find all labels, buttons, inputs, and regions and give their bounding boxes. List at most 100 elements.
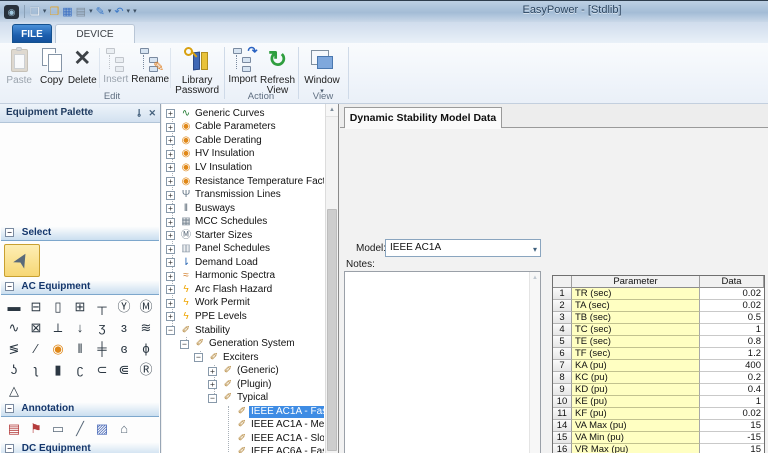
tree-item-ppe-levels[interactable]: +ϟPPE Levels xyxy=(162,310,324,324)
rectangle-icon[interactable]: ▭ xyxy=(47,419,69,440)
parameter-cell[interactable]: VA Min (pu) xyxy=(572,432,700,444)
expand-icon[interactable]: + xyxy=(166,123,175,132)
section-header-annotation[interactable]: − Annotation xyxy=(1,402,159,417)
tree-item-arc-flash-hazard[interactable]: +ϟArc Flash Hazard xyxy=(162,283,324,297)
row-number-cell[interactable]: 6 xyxy=(553,348,572,360)
notes-scrollbar[interactable]: ▲ xyxy=(529,272,540,453)
row-number-cell[interactable]: 14 xyxy=(553,420,572,432)
parameter-cell[interactable]: KF (pu) xyxy=(572,408,700,420)
parameter-cell[interactable]: VA Max (pu) xyxy=(572,420,700,432)
parameter-cell[interactable]: KC (pu) xyxy=(572,372,700,384)
row-number-cell[interactable]: 8 xyxy=(553,372,572,384)
notes-textarea[interactable]: ▲ xyxy=(344,271,541,453)
library-password-button[interactable]: Library Password xyxy=(172,46,222,96)
collapse-icon[interactable]: − xyxy=(5,282,14,291)
inductor-icon[interactable]: ʒ xyxy=(91,318,113,339)
open-file-icon[interactable]: ❐ xyxy=(49,5,59,19)
scroll-up-icon[interactable]: ▲ xyxy=(326,104,338,117)
close-icon[interactable]: ✕ xyxy=(148,104,156,122)
window-button[interactable]: Window ▾ xyxy=(300,46,344,95)
data-cell[interactable]: 400 xyxy=(700,360,764,372)
coil-icon[interactable]: ɞ xyxy=(113,339,135,360)
load-arrow-icon[interactable]: ↓ xyxy=(69,318,91,339)
text-note-icon[interactable]: ▤ xyxy=(3,419,25,440)
expand-icon[interactable]: + xyxy=(208,380,217,389)
tree-item-stability[interactable]: −✐Stability xyxy=(162,324,324,338)
data-cell[interactable]: -15 xyxy=(700,432,764,444)
parameter-cell[interactable]: TB (sec) xyxy=(572,312,700,324)
expand-icon[interactable]: + xyxy=(166,177,175,186)
row-number-cell[interactable]: 3 xyxy=(553,312,572,324)
tree-item-ieee-ac1a-slow[interactable]: ✐IEEE AC1A - Slow xyxy=(162,432,324,446)
row-number-cell[interactable]: 1 xyxy=(553,288,572,300)
data-cell[interactable]: 0.5 xyxy=(700,312,764,324)
tree-item-lv-insulation[interactable]: +◉LV Insulation xyxy=(162,161,324,175)
row-number-cell[interactable]: 5 xyxy=(553,336,572,348)
battery-device-icon[interactable]: ▮ xyxy=(47,360,69,381)
tree-item-hv-insulation[interactable]: +◉HV Insulation xyxy=(162,148,324,162)
tree-item-exciters[interactable]: −✐Exciters xyxy=(162,351,324,365)
print-dropdown-icon[interactable]: ▾ xyxy=(89,5,93,19)
expand-icon[interactable]: + xyxy=(166,204,175,213)
row-number-cell[interactable]: 15 xyxy=(553,432,572,444)
ground-icon[interactable]: ⟂ xyxy=(47,318,69,339)
collapse-icon[interactable]: − xyxy=(166,326,175,335)
resistor-icon[interactable]: ≋ xyxy=(135,318,157,339)
scrollbar-thumb[interactable] xyxy=(327,209,337,451)
tree-item-generation-system[interactable]: −✐Generation System xyxy=(162,337,324,351)
expand-icon[interactable]: + xyxy=(208,367,217,376)
data-cell[interactable]: 0.02 xyxy=(700,288,764,300)
current-transformer-icon[interactable]: ⊂ xyxy=(91,360,113,381)
copy-button[interactable]: Copy xyxy=(36,46,67,86)
data-cell[interactable]: 1.2 xyxy=(700,348,764,360)
line-icon[interactable]: ╱ xyxy=(69,419,91,440)
pin-icon[interactable]: ⊸ xyxy=(129,109,147,117)
delta-icon[interactable]: △ xyxy=(3,381,25,402)
transmission-line-icon[interactable]: ╪ xyxy=(91,339,113,360)
tree-item-cable-parameters[interactable]: +◉Cable Parameters xyxy=(162,121,324,135)
generator-wye-icon[interactable]: Ⓨ xyxy=(113,297,135,318)
tree-scrollbar[interactable]: ▲ xyxy=(325,104,338,453)
tree-item--generic-[interactable]: +✐(Generic) xyxy=(162,364,324,378)
tree-item-ieee-ac1a-med[interactable]: ✐IEEE AC1A - Med xyxy=(162,419,324,433)
tab-device-library[interactable]: DEVICE LIBRARY xyxy=(55,24,135,43)
data-cell[interactable]: 0.2 xyxy=(700,372,764,384)
tab-file[interactable]: FILE xyxy=(12,24,52,43)
expand-icon[interactable]: + xyxy=(166,191,175,200)
equipment-label-icon[interactable]: ⌂ xyxy=(113,419,135,440)
highlighter-icon[interactable]: ✎ xyxy=(96,5,105,19)
tree-item-mcc-schedules[interactable]: +▦MCC Schedules xyxy=(162,215,324,229)
relay-icon[interactable]: Ⓡ xyxy=(135,360,157,381)
new-dropdown-icon[interactable]: ▾ xyxy=(43,5,47,19)
row-number-cell[interactable]: 7 xyxy=(553,360,572,372)
collapse-icon[interactable]: − xyxy=(208,394,217,403)
customize-toolbar-icon[interactable]: ▾ xyxy=(133,5,137,19)
load-box-icon[interactable]: ⊠ xyxy=(25,318,47,339)
row-number-cell[interactable]: 9 xyxy=(553,384,572,396)
bus-icon[interactable]: ▬ xyxy=(3,297,25,318)
model-dropdown[interactable]: IEEE AC1A ▾ xyxy=(385,239,541,257)
lv-breaker-icon[interactable]: ʅ xyxy=(25,360,47,381)
breaker-icon[interactable]: ʖ xyxy=(3,360,25,381)
row-number-cell[interactable]: 11 xyxy=(553,408,572,420)
data-cell[interactable]: 0.4 xyxy=(700,384,764,396)
tree-item-ieee-ac1a-fast[interactable]: ✐IEEE AC1A - Fast xyxy=(162,405,324,419)
parameter-cell[interactable]: KD (pu) xyxy=(572,384,700,396)
expand-icon[interactable]: + xyxy=(166,312,175,321)
tree-item-harmonic-spectra[interactable]: +≈Harmonic Spectra xyxy=(162,270,324,284)
collapse-icon[interactable]: − xyxy=(194,353,203,362)
data-cell[interactable]: 0.02 xyxy=(700,300,764,312)
highlighter-dropdown-icon[interactable]: ▾ xyxy=(108,5,112,19)
fuse-icon[interactable]: ϕ xyxy=(135,339,157,360)
collapse-icon[interactable]: − xyxy=(5,404,14,413)
expand-icon[interactable]: + xyxy=(166,258,175,267)
expand-icon[interactable]: + xyxy=(166,272,175,281)
tree-item-generic-curves[interactable]: +∿Generic Curves xyxy=(162,107,324,121)
tree-item-transmission-lines[interactable]: +ΨTransmission Lines xyxy=(162,188,324,202)
app-logo-icon[interactable]: ◉ xyxy=(4,5,19,19)
potential-transformer-icon[interactable]: ⋐ xyxy=(113,360,135,381)
save-icon[interactable]: ▦ xyxy=(62,5,72,19)
parameter-cell[interactable]: KA (pu) xyxy=(572,360,700,372)
parameter-cell[interactable]: TE (sec) xyxy=(572,336,700,348)
insert-button[interactable]: Insert xyxy=(101,46,132,85)
